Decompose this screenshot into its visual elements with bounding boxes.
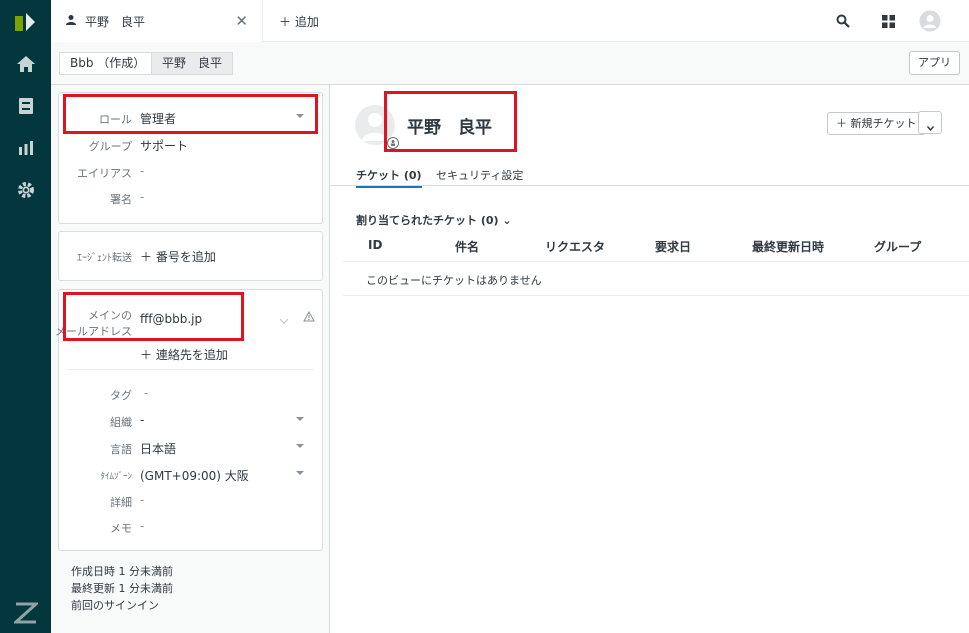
created-at: 作成日時 1 分未満前 (71, 565, 173, 578)
alias-label: エイリアス (77, 167, 132, 180)
tags-label: タグ (110, 389, 132, 402)
column-header-group[interactable]: グループ (874, 238, 921, 255)
divider (343, 261, 969, 262)
notes-field[interactable]: メモ - (59, 517, 322, 537)
role-field[interactable]: ロール 管理者 (59, 108, 322, 128)
notes-value[interactable]: - (140, 519, 144, 533)
role-badge-icon (387, 137, 399, 152)
left-nav (0, 0, 51, 633)
assigned-tickets-title[interactable]: 割り当てられたチケット (0) ⌄ (356, 212, 512, 228)
column-header-requester[interactable]: リクエスタ (545, 238, 605, 255)
search-icon[interactable] (833, 11, 853, 31)
chevron-down-icon[interactable] (279, 313, 289, 327)
reporting-icon[interactable] (12, 134, 39, 161)
timezone-value[interactable]: (GMT+09:00) 大阪 (140, 467, 249, 484)
language-field[interactable]: 言語 日本語 (59, 438, 322, 458)
user-tabs: チケット (0) セキュリティ設定 (330, 155, 969, 188)
details-value[interactable]: - (140, 493, 144, 507)
chevron-down-icon[interactable] (296, 444, 304, 448)
column-header-subject[interactable]: 件名 (455, 238, 479, 255)
close-icon[interactable]: ✕ (235, 12, 248, 30)
user-icon (65, 14, 77, 29)
group-field[interactable]: グループ サポート (59, 135, 322, 155)
details-field[interactable]: 詳細 - (59, 491, 322, 511)
email-value[interactable]: fff@bbb.jp (140, 312, 202, 326)
add-tab-button[interactable]: ＋ 追加 (279, 13, 319, 30)
empty-view-message: このビューにチケットはありません (366, 274, 542, 287)
column-header-requested[interactable]: 要求日 (655, 238, 691, 255)
signature-field[interactable]: 署名 - (59, 188, 322, 208)
warning-icon (303, 310, 315, 325)
apps-button[interactable]: アプリ (909, 51, 960, 75)
breadcrumb: Bbb （作成） 平野 良平 アプリ (51, 42, 969, 85)
admin-gear-icon[interactable] (12, 176, 39, 203)
group-value[interactable]: サポート (140, 137, 188, 154)
signature-label: 署名 (110, 193, 132, 206)
user-fields-card: ロール 管理者 グループ サポート エイリアス - 署名 - (58, 92, 323, 224)
contact-details-card: メインの メールアドレス fff@bbb.jp ＋ 連絡先を追加 タグ - 組織… (55, 289, 323, 551)
divider (67, 369, 314, 370)
timezone-label: ﾀｲﾑｿﾞｰﾝ (100, 472, 132, 482)
add-number-link[interactable]: ＋ 番号を追加 (140, 248, 216, 265)
zendesk-support-logo-icon[interactable] (14, 12, 36, 32)
forwarding-field[interactable]: ｴｰｼﾞｪﾝﾄ転送 ＋ 番号を追加 (59, 246, 322, 266)
signature-value[interactable]: - (140, 190, 144, 204)
details-label: 詳細 (110, 496, 132, 509)
product-tray-icon[interactable] (878, 11, 898, 31)
email-field[interactable]: メインの メールアドレス fff@bbb.jp (55, 307, 322, 338)
last-signin: 前回のサインイン (71, 599, 159, 612)
group-label: グループ (88, 140, 132, 153)
breadcrumb-user[interactable]: 平野 良平 (151, 52, 234, 75)
email-label-line1: メインの (88, 309, 132, 322)
language-value[interactable]: 日本語 (140, 440, 176, 457)
home-icon[interactable] (12, 50, 39, 77)
main-content: 平野 良平 ＋ 新規チケット チケット (0) セキュリティ設定 割り当てられた… (330, 85, 969, 633)
organization-label: 組織 (110, 416, 132, 429)
alias-field[interactable]: エイリアス - (59, 162, 322, 182)
timezone-field[interactable]: ﾀｲﾑｿﾞｰﾝ (GMT+09:00) 大阪 (59, 465, 322, 485)
add-contact-link[interactable]: ＋ 連絡先を追加 (140, 346, 228, 363)
chevron-down-icon[interactable] (296, 471, 304, 475)
email-label: メインの メールアドレス (55, 307, 132, 339)
add-contact-row[interactable]: ＋ 連絡先を追加 (59, 344, 322, 364)
organization-value[interactable]: - (140, 413, 144, 427)
alias-value[interactable]: - (140, 164, 144, 178)
divider (343, 295, 969, 296)
top-bar: 平野 良平 ✕ ＋ 追加 (51, 0, 969, 42)
email-label-line2: メールアドレス (55, 325, 132, 338)
tags-field[interactable]: タグ - (59, 384, 322, 404)
more-options-button[interactable] (918, 111, 942, 134)
notes-label: メモ (110, 522, 132, 535)
role-label: ロール (99, 113, 132, 126)
forwarding-label: ｴｰｼﾞｪﾝﾄ転送 (77, 253, 132, 264)
tab-tickets[interactable]: チケット (0) (356, 167, 422, 188)
chevron-down-icon[interactable] (296, 114, 304, 118)
views-icon[interactable] (12, 92, 39, 119)
user-properties-panel: ロール 管理者 グループ サポート エイリアス - 署名 - ｴｰｼﾞｪﾝﾄ転送… (51, 85, 330, 633)
chevron-down-icon[interactable] (296, 417, 304, 421)
chevron-down-icon (926, 120, 935, 134)
tab-user-label: 平野 良平 (85, 14, 146, 29)
tab-user[interactable]: 平野 良平 ✕ (51, 0, 263, 42)
breadcrumb-organization[interactable]: Bbb （作成） (59, 52, 157, 75)
tab-security[interactable]: セキュリティ設定 (436, 167, 523, 183)
zendesk-z-logo-icon (12, 602, 40, 624)
updated-at: 最終更新 1 分未満前 (71, 582, 173, 595)
organization-field[interactable]: 組織 - (59, 411, 322, 431)
profile-avatar[interactable] (919, 10, 941, 32)
language-label: 言語 (110, 443, 132, 456)
user-name[interactable]: 平野 良平 (407, 113, 492, 138)
tags-value[interactable]: - (144, 386, 148, 400)
role-value[interactable]: 管理者 (140, 110, 176, 127)
agent-forwarding-card: ｴｰｼﾞｪﾝﾄ転送 ＋ 番号を追加 (58, 231, 323, 281)
column-header-id[interactable]: ID (368, 238, 382, 252)
new-ticket-button[interactable]: ＋ 新規チケット (827, 112, 926, 135)
column-header-updated[interactable]: 最終更新日時 (752, 238, 824, 255)
